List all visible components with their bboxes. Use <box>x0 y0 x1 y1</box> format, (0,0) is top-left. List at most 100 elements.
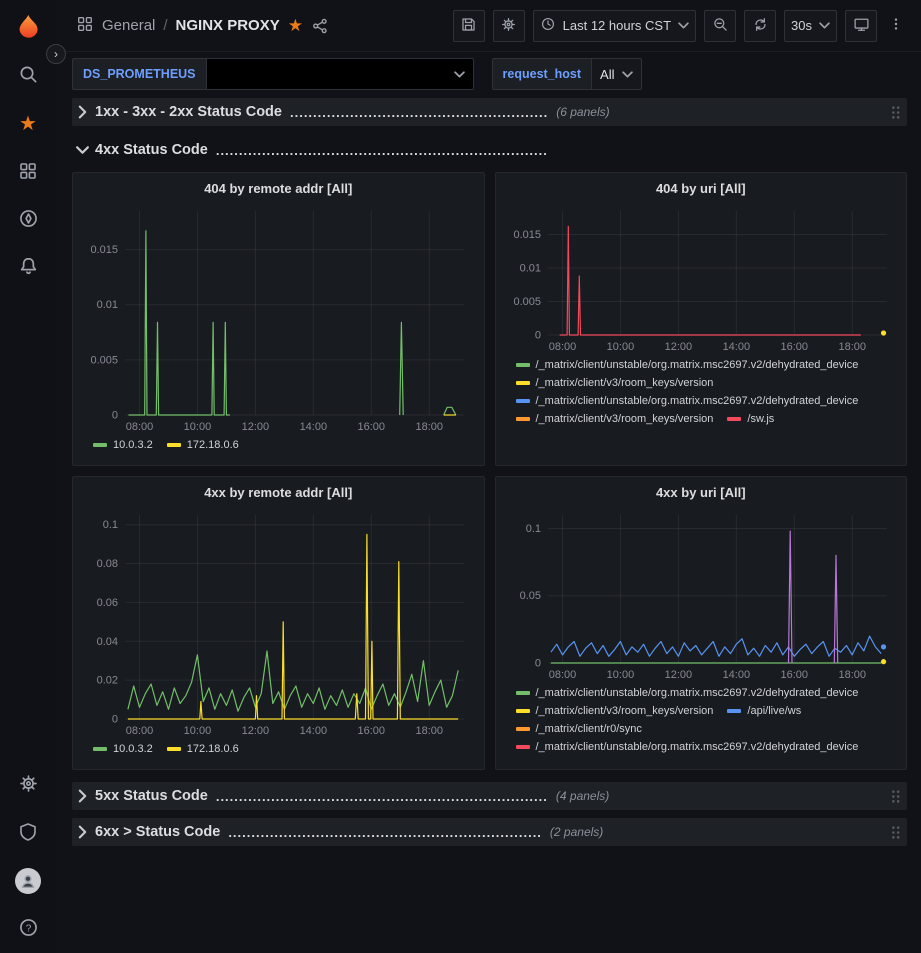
panel-title[interactable]: 4xx by uri [All] <box>504 477 899 507</box>
grafana-flame-icon <box>15 13 41 39</box>
save-dashboard-button[interactable] <box>453 10 485 42</box>
chevron-down-icon <box>819 18 830 33</box>
breadcrumb-folder[interactable]: General <box>102 17 155 34</box>
grafana-logo[interactable] <box>0 0 56 52</box>
row-4xx[interactable]: 4xx Status Code ........................… <box>72 136 907 164</box>
svg-text:14:00: 14:00 <box>300 421 328 433</box>
request-host-variable-value: All <box>600 67 614 82</box>
row-leader-dots: ........................................… <box>216 789 548 804</box>
tv-mode-button[interactable] <box>845 10 877 42</box>
legend-item[interactable]: 10.0.3.2 <box>93 439 153 451</box>
legend-label: 10.0.3.2 <box>113 439 153 451</box>
timeseries-chart[interactable]: 00.020.040.060.080.108:0010:0012:0014:00… <box>81 507 476 739</box>
sidebar-item-server-admin[interactable] <box>0 809 56 857</box>
svg-text:10:00: 10:00 <box>606 341 634 353</box>
legend-item[interactable]: /_matrix/client/v3/room_keys/version <box>516 705 714 717</box>
refresh-button[interactable] <box>744 10 776 42</box>
legend-label: /_matrix/client/unstable/org.matrix.msc2… <box>536 687 859 699</box>
row-5xx[interactable]: 5xx Status Code ........................… <box>72 782 907 810</box>
sidebar-expand-button[interactable]: › <box>46 44 66 64</box>
sidebar-item-explore[interactable] <box>0 196 56 244</box>
legend-swatch <box>516 745 530 749</box>
legend-item[interactable]: /_matrix/client/v3/room_keys/version <box>516 377 714 389</box>
svg-text:18:00: 18:00 <box>838 341 866 353</box>
svg-text:12:00: 12:00 <box>664 341 692 353</box>
legend-item[interactable]: /_matrix/client/unstable/org.matrix.msc2… <box>516 359 859 371</box>
timeseries-chart[interactable]: 00.050.108:0010:0012:0014:0016:0018:00 <box>504 507 899 683</box>
panel-title[interactable]: 404 by remote addr [All] <box>81 173 476 203</box>
sidebar: ★ <box>0 0 56 953</box>
sidebar-item-alerting[interactable] <box>0 244 56 292</box>
panel-title[interactable]: 404 by uri [All] <box>504 173 899 203</box>
legend-swatch <box>727 417 741 421</box>
sidebar-item-profile[interactable] <box>0 857 56 905</box>
legend-item[interactable]: 172.18.0.6 <box>167 439 239 451</box>
svg-text:18:00: 18:00 <box>415 421 443 433</box>
panel-title[interactable]: 4xx by remote addr [All] <box>81 477 476 507</box>
row-drag-handle-icon[interactable] <box>890 789 901 804</box>
row-drag-handle-icon[interactable] <box>890 825 901 840</box>
row-title: 1xx - 3xx - 2xx Status Code <box>95 104 282 120</box>
sidebar-item-help[interactable]: ? <box>0 905 56 953</box>
request-host-variable-select[interactable]: All <box>591 58 642 90</box>
datasource-variable-label: DS_PROMETHEUS <box>72 58 206 90</box>
dashboard-toolbar: Last 12 hours CST 30s <box>453 10 907 42</box>
legend-swatch <box>516 691 530 695</box>
variables-bar: DS_PROMETHEUS request_host All <box>56 52 921 96</box>
save-icon <box>460 16 477 36</box>
timeseries-chart[interactable]: 00.0050.010.01508:0010:0012:0014:0016:00… <box>504 203 899 355</box>
svg-text:0.005: 0.005 <box>513 296 541 308</box>
breadcrumb: General / NGINX PROXY ★ <box>76 15 329 36</box>
bell-icon <box>18 256 39 280</box>
avatar <box>15 868 41 894</box>
sidebar-item-dashboards[interactable] <box>0 148 56 196</box>
row-title: 4xx Status Code <box>95 142 208 158</box>
legend-item[interactable]: /_matrix/client/unstable/org.matrix.msc2… <box>516 395 859 407</box>
svg-text:18:00: 18:00 <box>838 669 866 681</box>
legend-item[interactable]: /_matrix/client/unstable/org.matrix.msc2… <box>516 687 859 699</box>
chart-legend: 10.0.3.2 172.18.0.6 <box>81 435 476 461</box>
monitor-icon <box>853 16 870 36</box>
svg-text:16:00: 16:00 <box>358 725 386 737</box>
legend-item[interactable]: /_matrix/client/unstable/org.matrix.msc2… <box>516 741 859 753</box>
zoom-out-button[interactable] <box>704 10 736 42</box>
kebab-menu-icon <box>888 16 904 35</box>
timeseries-chart[interactable]: 00.0050.010.01508:0010:0012:0014:0016:00… <box>81 203 476 435</box>
kebab-menu-button[interactable] <box>885 10 907 42</box>
legend-item[interactable]: /_matrix/client/v3/room_keys/version <box>516 413 714 425</box>
legend-item[interactable]: /api/live/ws <box>727 705 801 717</box>
time-range-picker[interactable]: Last 12 hours CST <box>533 10 696 42</box>
panels-grid: 404 by remote addr [All] 00.0050.010.015… <box>72 172 907 770</box>
chart-legend: /_matrix/client/unstable/org.matrix.msc2… <box>504 355 899 461</box>
svg-text:0: 0 <box>112 714 118 726</box>
legend-label: /_matrix/client/v3/room_keys/version <box>536 377 714 389</box>
row-6xx[interactable]: 6xx > Status Code ......................… <box>72 818 907 846</box>
star-icon: ★ <box>19 114 37 134</box>
legend-item[interactable]: 10.0.3.2 <box>93 743 153 755</box>
row-1xx-3xx-2xx[interactable]: 1xx - 3xx - 2xx Status Code ............… <box>72 98 907 126</box>
request-host-variable-label: request_host <box>492 58 592 90</box>
svg-text:0: 0 <box>534 330 540 342</box>
chevron-down-icon <box>78 143 87 157</box>
gear-icon <box>500 16 517 36</box>
share-icon[interactable] <box>311 17 329 35</box>
refresh-icon <box>752 16 769 36</box>
shield-icon <box>18 822 38 845</box>
svg-text:0.015: 0.015 <box>90 244 118 256</box>
datasource-variable-select[interactable] <box>206 58 474 90</box>
legend-item[interactable]: /sw.js <box>727 413 774 425</box>
legend-item[interactable]: 172.18.0.6 <box>167 743 239 755</box>
favorite-star-icon[interactable]: ★ <box>288 17 303 34</box>
sidebar-item-configuration[interactable] <box>0 761 56 809</box>
svg-text:0.02: 0.02 <box>97 675 118 687</box>
refresh-interval-picker[interactable]: 30s <box>784 10 837 42</box>
help-icon: ? <box>18 917 39 941</box>
legend-label: /_matrix/client/unstable/org.matrix.msc2… <box>536 395 859 407</box>
row-drag-handle-icon[interactable] <box>890 105 901 120</box>
legend-item[interactable]: /_matrix/client/r0/sync <box>516 723 642 735</box>
svg-text:0.08: 0.08 <box>97 558 118 570</box>
clock-icon <box>540 16 556 35</box>
sidebar-item-starred[interactable]: ★ <box>0 100 56 148</box>
svg-text:0.06: 0.06 <box>97 597 118 609</box>
dashboard-settings-button[interactable] <box>493 10 525 42</box>
